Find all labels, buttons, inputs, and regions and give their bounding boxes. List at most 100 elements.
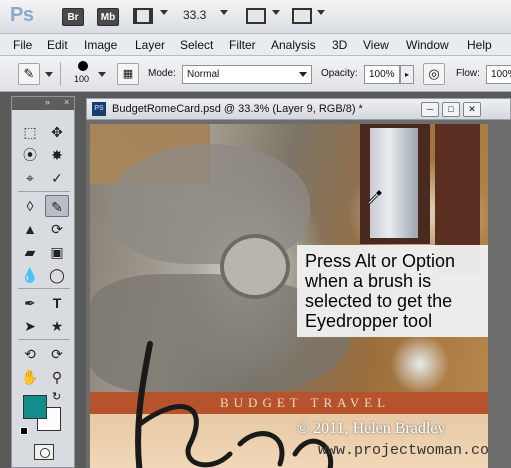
blur-tool[interactable]: 💧 bbox=[18, 264, 42, 286]
menu-window[interactable]: Window bbox=[406, 38, 449, 52]
menu-filter[interactable]: Filter bbox=[229, 38, 256, 52]
brush-panel-toggle-icon[interactable]: ▦ bbox=[117, 63, 139, 85]
gradient-tool[interactable]: ▣ bbox=[45, 241, 69, 263]
close-icon[interactable]: × bbox=[64, 97, 69, 107]
marquee-tool[interactable]: ⬚ bbox=[18, 121, 42, 143]
document-canvas[interactable]: BUDGET TRAVEL Press Alt or Option when a… bbox=[90, 124, 488, 468]
pen-icon: ✒ bbox=[24, 295, 36, 311]
3d-rotate-tool[interactable]: ⟲ bbox=[18, 343, 42, 365]
brush-icon: ✎ bbox=[51, 199, 63, 215]
chevron-down-icon[interactable] bbox=[272, 10, 280, 15]
water-spray bbox=[390, 334, 450, 394]
marquee-icon: ⬚ bbox=[23, 124, 37, 140]
arrange-documents-icon[interactable] bbox=[246, 8, 266, 24]
eyedropper-tool[interactable]: ✓ bbox=[45, 167, 69, 189]
menu-bar: File Edit Image Layer Select Filter Anal… bbox=[0, 34, 511, 56]
chevron-down-icon[interactable] bbox=[317, 10, 325, 15]
opacity-input[interactable]: 100% bbox=[364, 65, 400, 84]
menu-3d[interactable]: 3D bbox=[332, 38, 347, 52]
crop-tool[interactable]: ⌖ bbox=[18, 167, 42, 189]
lasso-icon: ⦿ bbox=[23, 147, 37, 163]
quick-mask-button[interactable] bbox=[34, 444, 54, 460]
eraser-icon: ▰ bbox=[24, 244, 36, 260]
zoom-level[interactable]: 33.3 bbox=[183, 8, 206, 22]
menu-edit[interactable]: Edit bbox=[47, 38, 68, 52]
close-button[interactable]: ✕ bbox=[463, 102, 481, 117]
chevron-down-icon[interactable] bbox=[45, 72, 53, 77]
menu-layer[interactable]: Layer bbox=[135, 38, 165, 52]
minimize-button[interactable]: ─ bbox=[421, 102, 439, 117]
pen-tool[interactable]: ✒ bbox=[18, 292, 42, 314]
tablet-pressure-opacity-icon[interactable]: ◎ bbox=[423, 63, 445, 85]
default-colors-icon[interactable] bbox=[20, 427, 28, 435]
collapse-icon[interactable]: » bbox=[45, 97, 50, 107]
move-tool[interactable]: ✥ bbox=[45, 121, 69, 143]
healing-brush-icon: ◊ bbox=[26, 198, 34, 214]
shape-icon: ★ bbox=[50, 318, 64, 334]
shape-tool[interactable]: ★ bbox=[45, 315, 69, 337]
path-selection-tool[interactable]: ➤ bbox=[18, 315, 42, 337]
flow-label: Flow: bbox=[456, 68, 480, 79]
type-icon: T bbox=[52, 295, 62, 311]
lasso-tool[interactable]: ⦿ bbox=[18, 144, 42, 166]
menu-select[interactable]: Select bbox=[180, 38, 213, 52]
dodge-tool[interactable]: ◯ bbox=[45, 264, 69, 286]
chevron-down-icon[interactable] bbox=[220, 10, 228, 15]
zoom-tool[interactable]: ⚲ bbox=[45, 366, 69, 388]
bridge-button[interactable]: Br bbox=[62, 8, 84, 26]
swap-colors-icon[interactable]: ↻ bbox=[52, 390, 61, 403]
brush-preset-icon[interactable]: ✎ bbox=[18, 63, 40, 85]
menu-analysis[interactable]: Analysis bbox=[271, 38, 316, 52]
healing-brush-tool[interactable]: ◊ bbox=[18, 195, 42, 217]
document-title-bar[interactable]: PS BudgetRomeCard.psd @ 33.3% (Layer 9, … bbox=[86, 98, 511, 120]
instruction-callout: Press Alt or Option when a brush is sele… bbox=[297, 245, 488, 337]
menu-help[interactable]: Help bbox=[467, 38, 492, 52]
chevron-down-icon[interactable] bbox=[160, 10, 168, 15]
divider bbox=[60, 62, 61, 86]
options-bar: ✎ 100 ▦ Mode: Normal Opacity: 100% ▸ ◎ F… bbox=[0, 56, 511, 92]
type-tool[interactable]: T bbox=[45, 292, 69, 314]
crop-icon: ⌖ bbox=[26, 170, 34, 186]
blur-icon: 💧 bbox=[21, 267, 39, 283]
mode-select[interactable]: Normal bbox=[182, 65, 312, 84]
view-extras-icon[interactable] bbox=[133, 8, 153, 24]
photoshop-logo: Ps bbox=[10, 4, 34, 26]
3d-orbit-tool[interactable]: ⟳ bbox=[45, 343, 69, 365]
chevron-down-icon bbox=[299, 72, 307, 77]
gradient-icon: ▣ bbox=[50, 244, 64, 260]
eraser-tool[interactable]: ▰ bbox=[18, 241, 42, 263]
brush-tool[interactable]: ✎ bbox=[45, 195, 69, 217]
mini-bridge-button[interactable]: Mb bbox=[97, 8, 119, 26]
hand-tool[interactable]: ✋ bbox=[18, 366, 42, 388]
menu-view[interactable]: View bbox=[363, 38, 389, 52]
chevron-down-icon[interactable] bbox=[98, 72, 106, 77]
fountain-stone-eye bbox=[220, 234, 290, 299]
tools-panel-header[interactable]: » × bbox=[12, 97, 74, 110]
script-lettering bbox=[135, 341, 334, 468]
clone-stamp-icon: ▲ bbox=[23, 221, 37, 237]
menu-file[interactable]: File bbox=[13, 38, 32, 52]
document-window: PS BudgetRomeCard.psd @ 33.3% (Layer 9, … bbox=[86, 98, 511, 468]
brush-tip-icon[interactable] bbox=[78, 61, 88, 71]
menu-image[interactable]: Image bbox=[84, 38, 117, 52]
screen-mode-icon[interactable] bbox=[292, 8, 312, 24]
opacity-slider-toggle[interactable]: ▸ bbox=[400, 65, 414, 84]
clone-stamp-tool[interactable]: ▲ bbox=[18, 218, 42, 240]
hand-icon: ✋ bbox=[21, 369, 39, 385]
eyedropper-icon: ✓ bbox=[51, 170, 63, 186]
quick-selection-tool[interactable]: ✸ bbox=[45, 144, 69, 166]
3d-rotate-icon: ⟲ bbox=[24, 346, 36, 362]
move-icon: ✥ bbox=[51, 124, 63, 140]
history-brush-tool[interactable]: ⟳ bbox=[45, 218, 69, 240]
divider bbox=[18, 288, 70, 289]
opacity-label: Opacity: bbox=[321, 68, 358, 79]
maximize-button[interactable]: □ bbox=[442, 102, 460, 117]
flow-input[interactable]: 100% bbox=[486, 65, 511, 84]
tools-panel: » × ⬚ ✥ ⦿ ✸ ⌖ ✓ ◊ ✎ ▲ ⟳ ▰ ▣ 💧 ◯ ✒ T ➤ ★ … bbox=[11, 96, 75, 468]
foreground-color-swatch[interactable] bbox=[23, 395, 47, 419]
mode-label: Mode: bbox=[148, 68, 176, 79]
zoom-icon: ⚲ bbox=[51, 369, 63, 385]
background-window bbox=[360, 124, 430, 244]
dodge-icon: ◯ bbox=[49, 267, 65, 283]
path-selection-icon: ➤ bbox=[24, 318, 36, 334]
